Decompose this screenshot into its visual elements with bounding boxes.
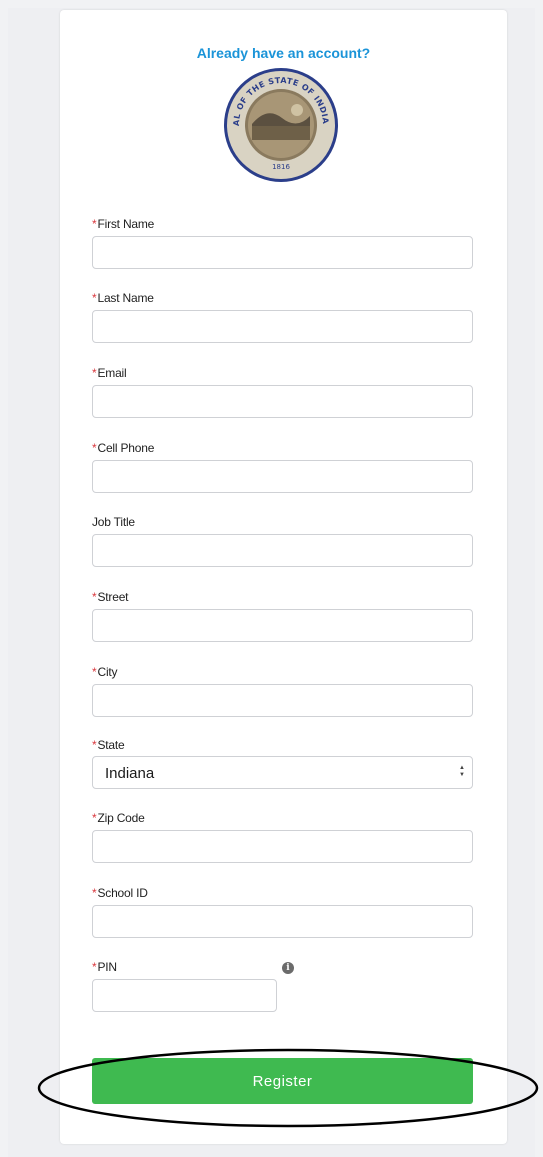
- already-have-account-link[interactable]: Already have an account?: [60, 45, 507, 61]
- street-input[interactable]: [92, 609, 473, 642]
- zip-code-label: *Zip Code: [92, 811, 145, 825]
- last-name-label: *Last Name: [92, 291, 154, 305]
- first-name-input[interactable]: [92, 236, 473, 269]
- last-name-input[interactable]: [92, 310, 473, 343]
- state-label: *State: [92, 738, 125, 752]
- select-arrows-icon: ▲ ▼: [459, 765, 465, 778]
- state-select-value: Indiana: [105, 765, 155, 782]
- state-select[interactable]: Indiana ▲ ▼: [92, 756, 473, 789]
- cell-phone-input[interactable]: [92, 460, 473, 493]
- school-id-input[interactable]: [92, 905, 473, 938]
- cell-phone-label: *Cell Phone: [92, 441, 155, 455]
- job-title-input[interactable]: [92, 534, 473, 567]
- zip-code-input[interactable]: [92, 830, 473, 863]
- pin-input[interactable]: [92, 979, 277, 1012]
- city-label: *City: [92, 665, 118, 679]
- school-id-label: *School ID: [92, 886, 148, 900]
- pin-label: *PIN: [92, 960, 117, 974]
- city-input[interactable]: [92, 684, 473, 717]
- email-label: *Email: [92, 366, 127, 380]
- info-icon[interactable]: i: [282, 962, 294, 974]
- email-input[interactable]: [92, 385, 473, 418]
- street-label: *Street: [92, 590, 129, 604]
- first-name-label: *First Name: [92, 217, 155, 231]
- seal-year: 1816: [272, 163, 290, 171]
- register-button[interactable]: Register: [92, 1058, 473, 1104]
- job-title-label: Job Title: [92, 515, 135, 529]
- indiana-seal-icon: SEAL OF THE STATE OF INDIANA 1816: [222, 66, 338, 182]
